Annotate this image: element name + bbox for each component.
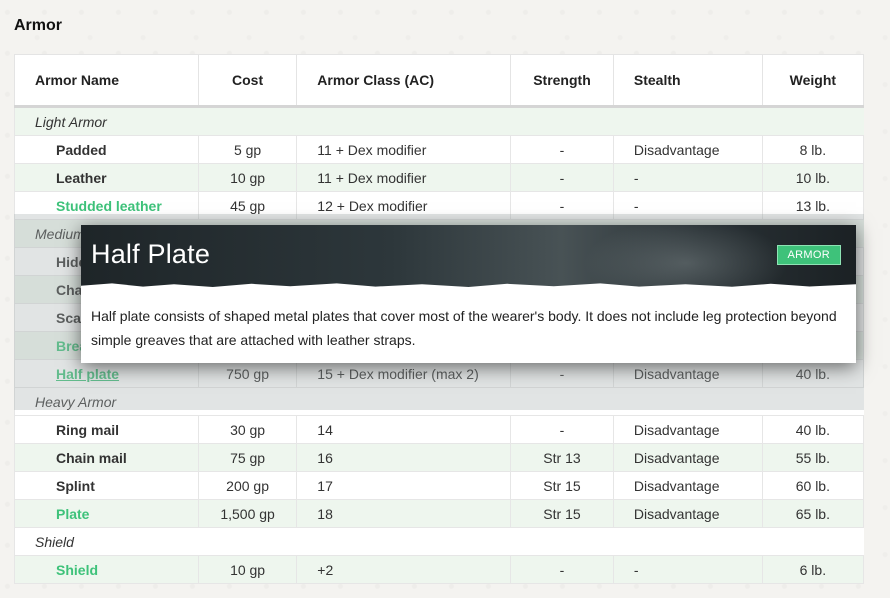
- ac-cell: 16: [296, 443, 512, 472]
- strength-cell: Str 15: [510, 499, 614, 528]
- cost-cell: 10 gp: [198, 555, 298, 584]
- weight-cell: 55 lb.: [762, 443, 865, 472]
- stealth-cell: Disadvantage: [613, 359, 763, 388]
- cost-cell: 5 gp: [198, 135, 298, 164]
- ac-cell: +2: [296, 555, 512, 584]
- strength-cell: Str 13: [510, 443, 614, 472]
- armor-link[interactable]: Studded leather: [14, 191, 199, 220]
- table-row: Chain mail 75 gp 16 Str 13 Disadvantage …: [14, 443, 865, 472]
- tooltip-type-badge: ARMOR: [776, 245, 841, 265]
- table-row: Studded leather 45 gp 12 + Dex modifier …: [14, 191, 865, 220]
- weight-cell: 40 lb.: [762, 415, 865, 444]
- armor-link[interactable]: Ring mail: [14, 415, 199, 444]
- table-row: Half plate 750 gp 15 + Dex modifier (max…: [14, 359, 865, 388]
- stealth-cell: Disadvantage: [613, 499, 763, 528]
- weight-cell: 10 lb.: [762, 163, 865, 192]
- table-row: Plate 1,500 gp 18 Str 15 Disadvantage 65…: [14, 499, 865, 528]
- cost-cell: 750 gp: [198, 359, 298, 388]
- armor-link[interactable]: Leather: [14, 163, 199, 192]
- page-title: Armor: [14, 17, 63, 34]
- armor-link[interactable]: Shield: [14, 555, 199, 584]
- table-row: Ring mail 30 gp 14 - Disadvantage 40 lb.: [14, 415, 865, 444]
- ac-cell: 11 + Dex modifier: [296, 135, 512, 164]
- category-label: Heavy Armor: [14, 387, 864, 416]
- header-weight: Weight: [762, 54, 865, 108]
- tooltip-header: Half Plate ARMOR: [81, 225, 856, 287]
- stealth-cell: Disadvantage: [613, 471, 763, 500]
- weight-cell: 40 lb.: [762, 359, 865, 388]
- category-row-light: Light Armor: [14, 106, 864, 136]
- item-tooltip: Half Plate ARMOR Half plate consists of …: [81, 225, 856, 363]
- cost-cell: 10 gp: [198, 163, 298, 192]
- table-header-row: Armor Name Cost Armor Class (AC) Strengt…: [14, 54, 865, 108]
- armor-link[interactable]: Splint: [14, 471, 199, 500]
- header-stealth: Stealth: [613, 54, 763, 108]
- table-row: Splint 200 gp 17 Str 15 Disadvantage 60 …: [14, 471, 865, 500]
- cost-cell: 75 gp: [198, 443, 298, 472]
- stealth-cell: Disadvantage: [613, 415, 763, 444]
- strength-cell: -: [510, 135, 614, 164]
- header-armor-name: Armor Name: [14, 54, 199, 108]
- table-row: Padded 5 gp 11 + Dex modifier - Disadvan…: [14, 135, 865, 164]
- strength-cell: -: [510, 191, 614, 220]
- strength-cell: Str 15: [510, 471, 614, 500]
- armor-link[interactable]: Plate: [14, 499, 199, 528]
- armor-link-hovered[interactable]: Half plate: [14, 359, 199, 388]
- weight-cell: 13 lb.: [762, 191, 865, 220]
- strength-cell: -: [510, 163, 614, 192]
- table-row: Leather 10 gp 11 + Dex modifier - - 10 l…: [14, 163, 865, 192]
- category-label: Light Armor: [14, 106, 864, 136]
- cost-cell: 200 gp: [198, 471, 298, 500]
- header-armor-class: Armor Class (AC): [296, 54, 512, 108]
- armor-link[interactable]: Chain mail: [14, 443, 199, 472]
- weight-cell: 6 lb.: [762, 555, 865, 584]
- tooltip-description: Half plate consists of shaped metal plat…: [91, 308, 837, 348]
- stealth-cell: Disadvantage: [613, 443, 763, 472]
- strength-cell: -: [510, 555, 614, 584]
- weight-cell: 8 lb.: [762, 135, 865, 164]
- ac-cell: 11 + Dex modifier: [296, 163, 512, 192]
- armor-link[interactable]: Padded: [14, 135, 199, 164]
- weight-cell: 65 lb.: [762, 499, 865, 528]
- tooltip-header-art: [576, 225, 796, 287]
- category-label: Shield: [14, 527, 864, 556]
- header-strength: Strength: [510, 54, 614, 108]
- ac-cell: 17: [296, 471, 512, 500]
- cost-cell: 30 gp: [198, 415, 298, 444]
- stealth-cell: -: [613, 191, 763, 220]
- table-row: Shield 10 gp +2 - - 6 lb.: [14, 555, 865, 584]
- cost-cell: 1,500 gp: [198, 499, 298, 528]
- header-cost: Cost: [198, 54, 298, 108]
- strength-cell: -: [510, 415, 614, 444]
- category-row-heavy: Heavy Armor: [14, 387, 864, 416]
- stealth-cell: Disadvantage: [613, 135, 763, 164]
- stealth-cell: -: [613, 555, 763, 584]
- ac-cell: 12 + Dex modifier: [296, 191, 512, 220]
- ac-cell: 14: [296, 415, 512, 444]
- stealth-cell: -: [613, 163, 763, 192]
- cost-cell: 45 gp: [198, 191, 298, 220]
- ac-cell: 18: [296, 499, 512, 528]
- strength-cell: -: [510, 359, 614, 388]
- tooltip-title: Half Plate: [91, 239, 211, 269]
- weight-cell: 60 lb.: [762, 471, 865, 500]
- category-row-shield: Shield: [14, 527, 864, 556]
- ac-cell: 15 + Dex modifier (max 2): [296, 359, 512, 388]
